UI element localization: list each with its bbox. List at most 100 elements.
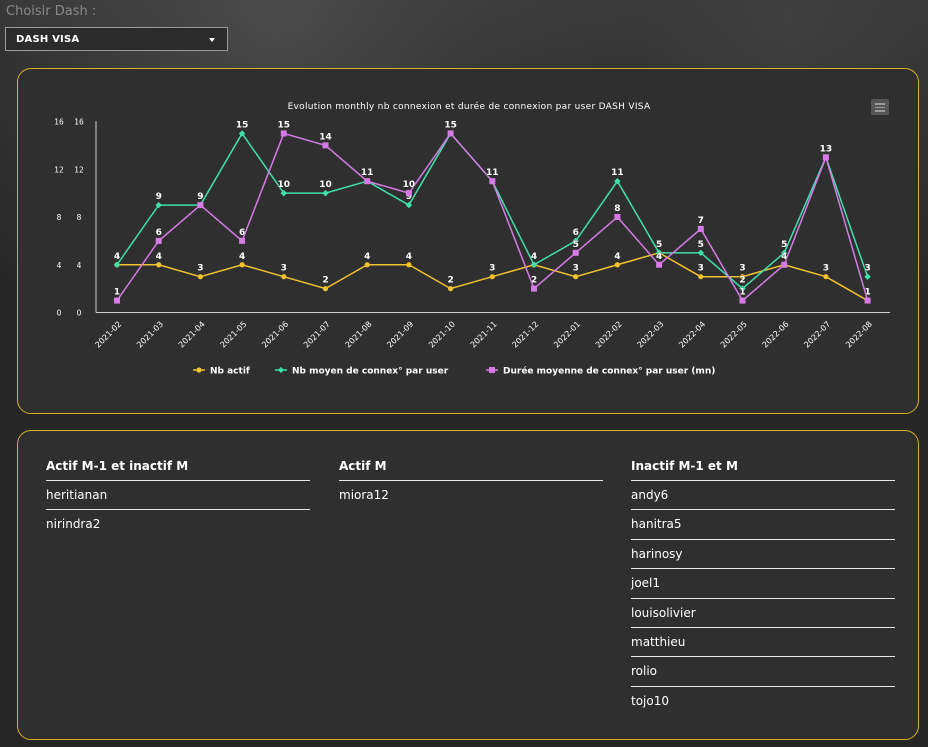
data-label: 10 [403, 180, 416, 190]
data-label: 14 [319, 132, 332, 142]
dash-select-value: DASH VISA [16, 34, 80, 45]
data-point [823, 274, 829, 280]
list-item: louisolivier [631, 599, 895, 628]
x-tick-label: 2022-01 [552, 320, 582, 350]
list-items: heritianan nirindra2 [46, 481, 310, 540]
list-inactif: Inactif M-1 et M andy6 hanitra5 harinosy jo… [631, 459, 895, 716]
data-point [447, 130, 454, 137]
legend-label: Nb actif [210, 367, 250, 377]
data-point [155, 237, 162, 244]
data-label: 4 [656, 252, 662, 262]
data-label: 5 [781, 240, 787, 250]
data-label: 8 [614, 204, 620, 214]
data-point [697, 225, 704, 232]
list-item: rolio [631, 657, 895, 687]
x-tick-label: 2021-07 [302, 320, 332, 350]
data-point [406, 262, 412, 268]
x-tick-label: 2021-11 [469, 320, 499, 350]
data-label: 1 [114, 288, 120, 298]
list-items: andy6 hanitra5 harinosy joel1 louisolivier ma… [631, 481, 895, 716]
data-point [448, 286, 454, 292]
x-tick-label: 2022-06 [761, 320, 791, 350]
x-tick-label: 2021-04 [177, 320, 207, 350]
data-label: 10 [278, 180, 291, 190]
legend-marker [489, 367, 495, 373]
data-label: 15 [236, 120, 249, 130]
data-label: 2 [739, 276, 745, 286]
y-tick-label: 8 [57, 213, 62, 222]
data-point [781, 261, 788, 268]
data-point [239, 262, 245, 268]
list-items: miora12 [339, 481, 603, 510]
data-label: 4 [156, 252, 162, 262]
data-label: 4 [781, 252, 787, 262]
data-point [239, 237, 246, 244]
data-label: 1 [864, 288, 870, 298]
data-point [322, 142, 329, 149]
data-point [698, 274, 704, 280]
x-tick-label: 2022-03 [636, 320, 666, 350]
data-point [739, 297, 746, 304]
chart-menu-button[interactable] [871, 99, 889, 115]
data-label: 3 [864, 264, 870, 274]
data-point [197, 274, 203, 280]
legend-label: Durée moyenne de connex° par user (mn) [503, 366, 715, 377]
line-chart: Evolution monthly nb connexion et durée … [54, 101, 890, 377]
menu-icon-line [875, 106, 885, 108]
data-label: 15 [278, 120, 291, 130]
data-label: 3 [823, 264, 829, 274]
list-item: joel1 [631, 569, 895, 599]
list-item: hanitra5 [631, 510, 895, 540]
data-point [322, 286, 329, 292]
dash-selector-label: Choisir Dash : [6, 4, 97, 19]
x-tick-label: 2022-02 [594, 320, 624, 350]
data-point [405, 201, 413, 209]
menu-icon-line [875, 110, 885, 112]
x-tick-label: 2022-08 [844, 320, 874, 350]
data-label: 3 [739, 264, 745, 274]
x-tick-label: 2021-03 [135, 320, 165, 350]
data-label: 11 [611, 168, 624, 178]
data-label: 6 [573, 228, 579, 238]
x-tick-label: 2022-04 [677, 320, 707, 350]
list-title: Actif M [339, 459, 603, 481]
x-tick-label: 2021-08 [344, 320, 374, 350]
x-tick-label: 2021-10 [427, 320, 457, 350]
x-tick-label: 2022-05 [719, 320, 749, 350]
data-point [614, 214, 621, 220]
data-point [197, 202, 204, 209]
chart-title: Evolution monthly nb connexion et durée … [288, 101, 651, 112]
y-tick-label: 12 [54, 165, 64, 174]
data-label: 2 [531, 276, 537, 286]
data-label: 1 [739, 288, 745, 298]
y-tick-label-secondary: 16 [74, 118, 84, 127]
y-tick-label: 16 [54, 118, 64, 127]
legend-label: Nb moyen de connex° par user [292, 367, 449, 377]
list-title: Inactif M-1 et M [631, 459, 895, 481]
data-label: 5 [573, 240, 579, 250]
data-label: 4 [239, 252, 245, 262]
data-point [864, 273, 871, 280]
legend-marker [196, 367, 202, 373]
data-label: 4 [406, 252, 412, 262]
list-item: heritianan [46, 481, 310, 511]
data-point [281, 274, 287, 280]
data-point [822, 154, 829, 161]
dash-select[interactable]: DASH VISA [5, 27, 228, 51]
data-point [156, 262, 162, 268]
data-point [614, 262, 621, 268]
list-item: nirindra2 [46, 517, 101, 532]
menu-icon [875, 103, 885, 105]
x-tick-label: 2021-05 [219, 320, 249, 350]
list-item: tojo10 [631, 693, 669, 708]
data-label: 3 [281, 264, 287, 274]
data-point [405, 190, 412, 197]
y-tick-label: 4 [57, 261, 62, 270]
y-tick-label-secondary: 12 [74, 165, 84, 174]
x-tick-label: 2022-07 [802, 320, 832, 350]
data-point [572, 249, 579, 256]
y-tick-label-secondary: 8 [77, 213, 82, 222]
data-point [364, 178, 371, 185]
x-tick-label: 2021-06 [260, 320, 290, 350]
x-tick-label: 2021-09 [385, 320, 415, 350]
